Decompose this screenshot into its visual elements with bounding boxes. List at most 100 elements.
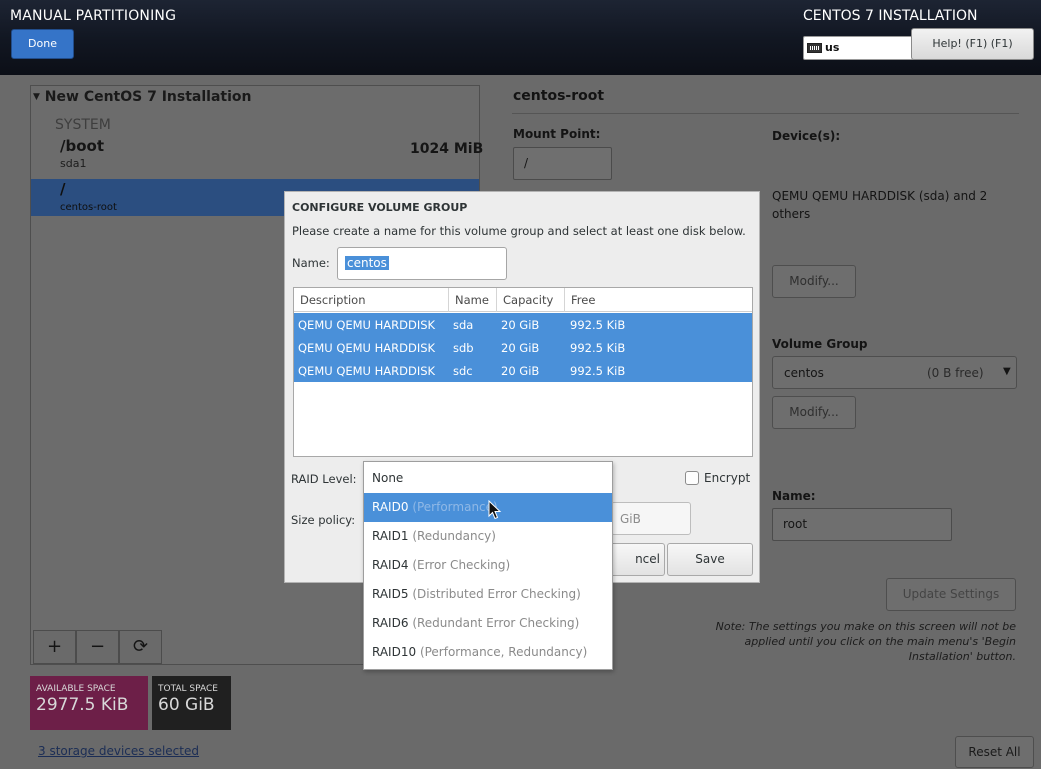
cell-capacity: 20 GiB <box>501 318 540 332</box>
page-title: MANUAL PARTITIONING <box>10 8 177 24</box>
available-space-value: 2977.5 KiB <box>36 695 129 715</box>
cell-capacity: 20 GiB <box>501 341 540 355</box>
raid-option-name: RAID0 <box>372 500 409 514</box>
devices-value: QEMU QEMU HARDDISK (sda) and 2 others <box>772 189 988 221</box>
cancel-button[interactable]: ncel <box>608 543 665 576</box>
table-row[interactable]: QEMU QEMU HARDDISK sdc 20 GiB 992.5 KiB <box>294 359 752 382</box>
keyboard-icon <box>807 43 822 53</box>
vg-name-input[interactable]: centos <box>337 247 507 280</box>
volume-group-select[interactable]: centos (0 B free) ▼ <box>772 356 1017 389</box>
product-title: CENTOS 7 INSTALLATION <box>803 8 978 24</box>
dialog-title: CONFIGURE VOLUME GROUP <box>292 201 468 214</box>
table-row[interactable]: QEMU QEMU HARDDISK sdb 20 GiB 992.5 KiB <box>294 336 752 359</box>
volume-group-label: Volume Group <box>772 337 868 351</box>
raid-option-name: RAID1 <box>372 529 409 543</box>
checkbox-icon <box>685 471 699 485</box>
encrypt-checkbox[interactable]: Encrypt <box>685 471 750 485</box>
disk-table-header: Description Name Capacity Free <box>294 288 752 312</box>
raid-option-name: RAID6 <box>372 616 409 630</box>
raid-option-desc: (Redundancy) <box>412 529 496 543</box>
raid-option-none[interactable]: None <box>364 464 612 493</box>
header-bar: MANUAL PARTITIONING Done CENTOS 7 INSTAL… <box>0 0 1041 75</box>
reset-all-button[interactable]: Reset All <box>955 736 1034 768</box>
add-mount-button[interactable]: + <box>33 630 76 664</box>
mount-boot-label[interactable]: /boot <box>60 137 104 155</box>
size-policy-label: Size policy: <box>291 513 356 527</box>
name-field[interactable]: root <box>772 508 952 541</box>
vg-name-label: Name: <box>292 256 330 270</box>
partition-toolbar: + − ⟳ <box>33 630 163 664</box>
raid-option-desc: (Performance) <box>412 500 498 514</box>
mount-boot-device: sda1 <box>60 157 87 170</box>
total-space-value: 60 GiB <box>158 695 215 715</box>
mount-root-device: centos-root <box>60 202 117 213</box>
cell-name: sda <box>453 318 474 332</box>
mount-point-label: Mount Point: <box>513 127 601 141</box>
mount-point-field[interactable]: / <box>513 147 612 180</box>
remove-mount-button[interactable]: − <box>76 630 119 664</box>
raid-option-name: RAID5 <box>372 587 409 601</box>
size-input[interactable]: GiB <box>611 502 691 535</box>
settings-note: Note: The settings you make on this scre… <box>715 620 1016 663</box>
volume-group-free: (0 B free) <box>927 366 984 380</box>
column-divider <box>448 288 449 312</box>
raid-option-raid4[interactable]: RAID4 (Error Checking) <box>364 551 612 580</box>
encrypt-label: Encrypt <box>704 471 751 485</box>
disk-table[interactable]: Description Name Capacity Free QEMU QEMU… <box>293 287 753 457</box>
cell-description: QEMU QEMU HARDDISK <box>298 364 436 378</box>
name-label: Name: <box>772 489 816 503</box>
cell-free: 992.5 KiB <box>570 364 626 378</box>
dialog-description: Please create a name for this volume gro… <box>292 224 746 238</box>
cell-name: sdc <box>453 364 473 378</box>
column-capacity[interactable]: Capacity <box>503 293 553 307</box>
mount-root-label[interactable]: / <box>60 180 65 198</box>
total-space-label: TOTAL SPACE <box>158 684 218 694</box>
available-space-badge: AVAILABLE SPACE 2977.5 KiB <box>30 676 148 730</box>
raid-option-raid10[interactable]: RAID10 (Performance, Redundancy) <box>364 638 612 667</box>
save-button[interactable]: Save <box>667 543 753 576</box>
section-title: New CentOS 7 Installation <box>44 89 252 105</box>
help-button[interactable]: Help! (F1) (F1) <box>911 28 1034 60</box>
raid-option-desc: (Distributed Error Checking) <box>412 587 581 601</box>
raid-level-dropdown[interactable]: None RAID0 (Performance) RAID1 (Redundan… <box>363 461 613 670</box>
column-description[interactable]: Description <box>300 293 366 307</box>
column-name[interactable]: Name <box>455 293 489 307</box>
column-divider <box>496 288 497 312</box>
cell-free: 992.5 KiB <box>570 341 626 355</box>
cell-name: sdb <box>453 341 474 355</box>
refresh-icon[interactable]: ⟳ <box>119 630 162 664</box>
raid-option-raid5[interactable]: RAID5 (Distributed Error Checking) <box>364 580 612 609</box>
modify-volume-group-button[interactable]: Modify... <box>772 396 856 429</box>
size-unit: GiB <box>620 512 641 526</box>
keyboard-layout-label: us <box>825 41 840 54</box>
raid-option-name: RAID10 <box>372 645 417 659</box>
divider <box>512 113 1019 114</box>
cell-free: 992.5 KiB <box>570 318 626 332</box>
column-divider <box>564 288 565 312</box>
raid-option-desc: (Error Checking) <box>412 558 511 572</box>
volume-group-value: centos <box>784 366 824 380</box>
done-button[interactable]: Done <box>11 29 74 59</box>
raid-option-name: None <box>372 471 404 485</box>
cell-description: QEMU QEMU HARDDISK <box>298 341 436 355</box>
modify-devices-button[interactable]: Modify... <box>772 265 856 298</box>
table-row[interactable]: QEMU QEMU HARDDISK sda 20 GiB 992.5 KiB <box>294 313 752 336</box>
raid-option-desc: (Redundant Error Checking) <box>412 616 580 630</box>
raid-option-desc: (Performance, Redundancy) <box>419 645 588 659</box>
raid-option-name: RAID4 <box>372 558 409 572</box>
devices-label: Device(s): <box>772 129 841 143</box>
raid-option-raid1[interactable]: RAID1 (Redundancy) <box>364 522 612 551</box>
expander-triangle-icon: ▼ <box>33 92 40 102</box>
cell-capacity: 20 GiB <box>501 364 540 378</box>
total-space-badge: TOTAL SPACE 60 GiB <box>152 676 231 730</box>
selected-device-title: centos-root <box>513 88 605 104</box>
cell-description: QEMU QEMU HARDDISK <box>298 318 436 332</box>
column-free[interactable]: Free <box>571 293 595 307</box>
keyboard-layout-indicator[interactable]: us <box>803 36 921 60</box>
raid-level-label: RAID Level: <box>291 472 357 486</box>
mount-boot-size: 1024 MiB <box>410 141 484 157</box>
storage-devices-link[interactable]: 3 storage devices selected <box>38 744 199 758</box>
update-settings-button[interactable]: Update Settings <box>886 578 1016 611</box>
installation-section-header[interactable]: ▼ New CentOS 7 Installation <box>33 89 252 105</box>
raid-option-raid6[interactable]: RAID6 (Redundant Error Checking) <box>364 609 612 638</box>
